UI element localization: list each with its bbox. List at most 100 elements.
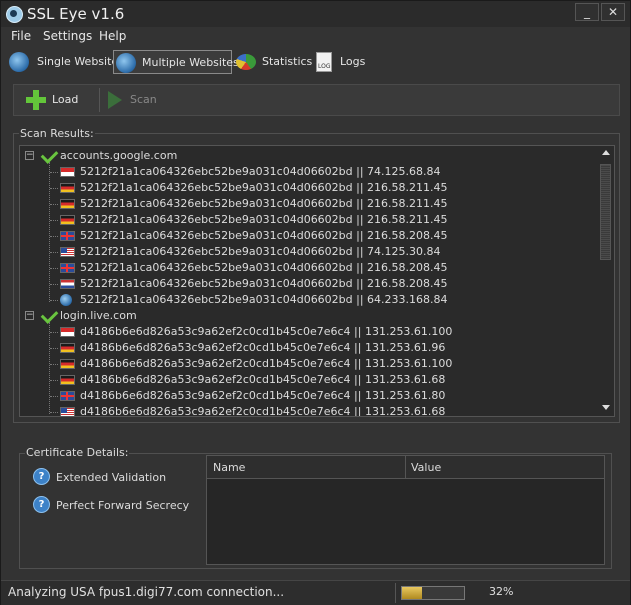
pie-chart-icon [236,54,256,70]
scan-results-title: Scan Results: [19,127,95,140]
fingerprint-ip-label: 5212f21a1ca064326ebc52be9a031c04d06602bd… [80,181,448,194]
extended-validation-item: ? Extended Validation [33,468,193,488]
scan-results-tree[interactable]: − accounts.google.com 5212f21a1ca064326ebc… [19,145,615,417]
tree-connector [50,220,58,221]
tree-entry-row[interactable]: 5212f21a1ca064326ebc52be9a031c04d06602bd… [20,212,590,228]
tab-single-website[interactable]: Single Website [7,50,118,74]
fingerprint-ip-label: d4186b6e6d826a53c9a62ef2c0cd1b45c0e7e6c4… [80,389,446,402]
menu-file[interactable]: File [11,29,31,43]
tree-vertical-line [49,322,50,414]
tree-connector [50,284,58,285]
tab-label: Logs [340,55,366,68]
tree-entry-row[interactable]: d4186b6e6d826a53c9a62ef2c0cd1b45c0e7e6c4… [20,372,590,388]
tree-connector [50,188,58,189]
tree-connector [50,204,58,205]
tree-connector [50,236,58,237]
progress-percent: 32% [489,585,514,598]
question-icon: ? [33,496,50,513]
scroll-up-arrow-icon[interactable] [602,150,610,155]
tree-group-row[interactable]: − login.live.com [20,306,590,324]
tab-multiple-websites[interactable]: Multiple Websites [113,50,239,74]
app-eye-icon [6,6,23,23]
scan-label: Scan [130,93,157,106]
close-button[interactable]: ✕ [601,3,625,21]
log-icon [316,52,332,72]
flag-us-icon [60,407,75,416]
flag-gb-icon [60,231,75,241]
column-name-header[interactable]: Name [213,461,245,474]
menu-settings[interactable]: Settings [43,29,92,43]
flag-sg-icon [60,327,75,337]
flag-gb-icon [60,263,75,273]
tree-entry-row[interactable]: 5212f21a1ca064326ebc52be9a031c04d06602bd… [20,180,590,196]
fingerprint-ip-label: d4186b6e6d826a53c9a62ef2c0cd1b45c0e7e6c4… [80,325,453,338]
fingerprint-ip-label: 5212f21a1ca064326ebc52be9a031c04d06602bd… [80,261,448,274]
fingerprint-ip-label: d4186b6e6d826a53c9a62ef2c0cd1b45c0e7e6c4… [80,405,446,417]
certificate-grid[interactable]: Name Value [206,455,605,565]
flag-de-icon [60,183,75,193]
tree-entry-row[interactable]: d4186b6e6d826a53c9a62ef2c0cd1b45c0e7e6c4… [20,404,590,417]
tree-entry-row[interactable]: d4186b6e6d826a53c9a62ef2c0cd1b45c0e7e6c4… [20,324,590,340]
load-label: Load [52,93,79,106]
flag-de-icon [60,215,75,225]
menu-bar: File Settings Help [1,27,630,47]
load-button[interactable]: Load [20,89,88,111]
tree-entry-row[interactable]: d4186b6e6d826a53c9a62ef2c0cd1b45c0e7e6c4… [20,340,590,356]
scroll-down-arrow-icon[interactable] [602,405,610,410]
tree-entry-row[interactable]: d4186b6e6d826a53c9a62ef2c0cd1b45c0e7e6c4… [20,356,590,372]
title-bar[interactable]: SSL Eye v1.6 _ ✕ [1,1,630,27]
minimize-button[interactable]: _ [575,3,599,21]
flag-nl-icon [60,279,75,289]
grid-header: Name Value [207,456,604,479]
collapse-icon[interactable]: − [25,311,34,320]
tree-entry-row[interactable]: 5212f21a1ca064326ebc52be9a031c04d06602bd… [20,276,590,292]
tree-entry-row[interactable]: d4186b6e6d826a53c9a62ef2c0cd1b45c0e7e6c4… [20,388,590,404]
column-divider[interactable] [405,456,406,478]
perfect-forward-secrecy-label: Perfect Forward Secrecy [56,499,190,512]
tab-bar: Single Website Multiple Websites Statist… [1,47,630,77]
fingerprint-ip-label: d4186b6e6d826a53c9a62ef2c0cd1b45c0e7e6c4… [80,373,446,386]
tree-entry-row[interactable]: 5212f21a1ca064326ebc52be9a031c04d06602bd… [20,196,590,212]
tree-connector [50,252,58,253]
toolbar-divider [99,88,100,112]
tree-connector [50,348,58,349]
collapse-icon[interactable]: − [25,151,34,160]
column-value-header[interactable]: Value [411,461,441,474]
toolbar: Load Scan [13,84,620,116]
tree-entry-row[interactable]: 5212f21a1ca064326ebc52be9a031c04d06602bd… [20,244,590,260]
tree-entry-row[interactable]: 5212f21a1ca064326ebc52be9a031c04d06602bd… [20,164,590,180]
tree-entry-row[interactable]: 5212f21a1ca064326ebc52be9a031c04d06602bd… [20,228,590,244]
host-label: login.live.com [60,309,137,322]
flag-de-icon [60,343,75,353]
tree-group-row[interactable]: − accounts.google.com [20,146,590,164]
play-icon [108,91,122,109]
fingerprint-ip-label: 5212f21a1ca064326ebc52be9a031c04d06602bd… [80,213,448,226]
flag-de-icon [60,359,75,369]
scroll-thumb[interactable] [600,164,611,260]
tree-connector [50,412,58,413]
tree-connector [50,332,58,333]
status-divider [395,583,396,603]
menu-help[interactable]: Help [99,29,126,43]
tree-scrollbar[interactable] [598,146,614,416]
fingerprint-ip-label: d4186b6e6d826a53c9a62ef2c0cd1b45c0e7e6c4… [80,357,453,370]
flag-de-icon [60,375,75,385]
flag-us-icon [60,247,75,257]
tree-entry-row[interactable]: 5212f21a1ca064326ebc52be9a031c04d06602bd… [20,292,590,308]
progress-fill [402,587,422,599]
plus-icon [26,90,46,110]
tab-label: Single Website [37,55,119,68]
tab-logs[interactable]: Logs [312,50,368,74]
tab-label: Multiple Websites [142,56,239,69]
globe-icon [116,53,136,73]
tree-entry-row[interactable]: 5212f21a1ca064326ebc52be9a031c04d06602bd… [20,260,590,276]
status-bar: Analyzing USA fpus1.digi77.com connectio… [1,580,630,605]
globe-flag-icon [60,294,72,306]
fingerprint-ip-label: 5212f21a1ca064326ebc52be9a031c04d06602bd… [80,245,441,258]
host-label: accounts.google.com [60,149,178,162]
tree-connector [50,268,58,269]
certificate-details-title: Certificate Details: [25,446,130,459]
tree-connector [50,300,58,301]
scan-button[interactable]: Scan [104,89,164,111]
tab-statistics[interactable]: Statistics [234,50,312,74]
